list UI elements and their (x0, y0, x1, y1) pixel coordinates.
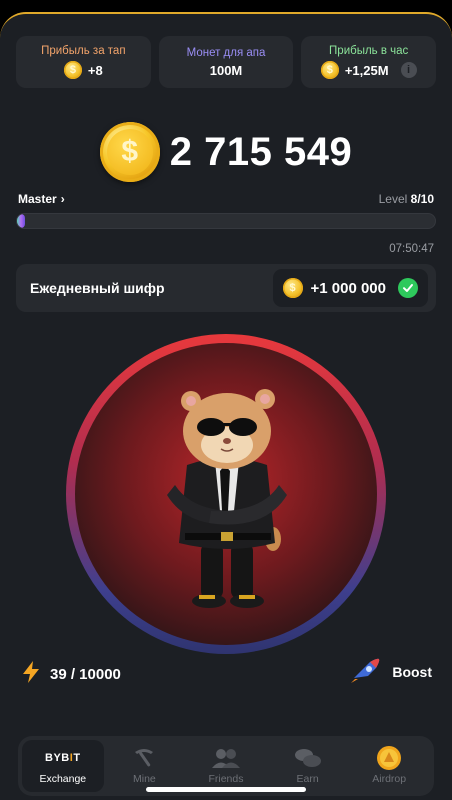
coin-icon: $ (63, 61, 82, 79)
energy-value: 39 / 10000 (50, 665, 121, 683)
stat-hourly-profit-label: Прибыль в час (329, 45, 409, 57)
daily-cipher-amount: +1 000 000 (310, 279, 387, 297)
level-row: Master › Level 8/10 (18, 192, 434, 206)
stat-tap-profit[interactable]: Прибыль за тап $ +8 (16, 36, 151, 88)
timer: 07:50:47 (389, 243, 434, 255)
boost-button[interactable]: Boost (350, 656, 432, 687)
nav-item-earn[interactable]: Earn (267, 740, 349, 792)
energy-indicator: 39 / 10000 (20, 660, 121, 688)
level-progress-bar (16, 213, 436, 229)
stat-coins-to-level-up-label: Монет для апа (186, 46, 266, 59)
tap-button[interactable] (66, 334, 386, 654)
chevron-right-icon: › (60, 192, 65, 206)
rank-label: Master (18, 192, 57, 206)
balance: $ 2 715 549 (0, 122, 452, 182)
daily-cipher[interactable]: Ежедневный шифр $ +1 000 000 (16, 264, 436, 312)
nav-item-friends-label: Friends (208, 773, 244, 785)
nav-item-earn-label: Earn (296, 773, 319, 785)
stat-coins-to-level-up[interactable]: Монет для апа 100M (158, 36, 294, 88)
nav-item-exchange[interactable]: BYB I T Exchange (22, 740, 104, 792)
level-prefix: Level (378, 192, 408, 206)
tap-area (75, 343, 377, 645)
daily-cipher-reward: $ +1 000 000 (272, 269, 428, 307)
lightning-icon (20, 660, 42, 688)
airdrop-coin-icon (376, 746, 402, 770)
balance-value: 2 715 549 (169, 129, 353, 174)
home-indicator[interactable] (146, 787, 306, 792)
check-icon (398, 278, 418, 298)
hamster-character-image (167, 389, 287, 608)
stats-row: Прибыль за тап $ +8 Монет для апа 100M П… (16, 36, 437, 88)
nav-item-airdrop[interactable]: Airdrop (348, 740, 430, 792)
dollar-coin-symbol: $ (106, 129, 153, 175)
stat-coins-to-level-up-value: 100M (209, 62, 243, 78)
stat-tap-profit-value: +8 (87, 62, 103, 78)
bybit-logo-icon: BYB I T (45, 752, 81, 764)
coin-icon: $ (282, 278, 303, 298)
coins-icon (293, 747, 323, 769)
stat-hourly-profit-value: +1,25M (344, 62, 389, 78)
pickaxe-icon (132, 747, 156, 769)
boost-label: Boost (392, 663, 432, 680)
level-progress-fill (17, 214, 26, 228)
rank-link[interactable]: Master › (18, 192, 65, 206)
coin-icon: $ (320, 61, 339, 79)
dollar-coin-icon: $ (99, 122, 160, 182)
stat-hourly-profit[interactable]: Прибыль в час $ +1,25M i (301, 36, 437, 88)
level-value: 8/10 (410, 192, 434, 206)
nav-item-airdrop-label: Airdrop (372, 773, 407, 785)
friends-icon (211, 747, 241, 769)
level-indicator: Level 8/10 (379, 192, 434, 206)
nav-item-exchange-label: Exchange (39, 773, 87, 785)
nav-item-friends[interactable]: Friends (185, 740, 267, 792)
stat-tap-profit-label: Прибыль за тап (41, 45, 126, 57)
daily-cipher-label: Ежедневный шифр (30, 280, 165, 296)
rocket-icon (350, 656, 382, 687)
app-container: Прибыль за тап $ +8 Монет для апа 100M П… (0, 12, 452, 800)
nav-item-mine[interactable]: Mine (104, 740, 186, 792)
nav-item-mine-label: Mine (133, 773, 156, 785)
info-icon[interactable]: i (400, 62, 417, 78)
